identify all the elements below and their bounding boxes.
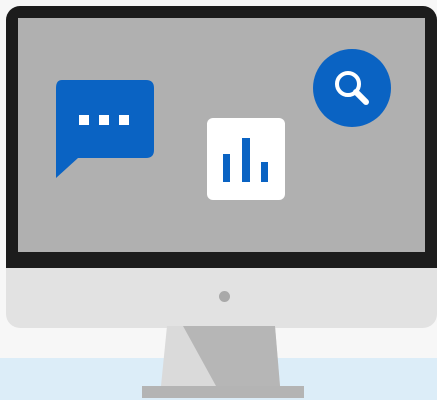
magnifier-icon [313,49,391,127]
power-indicator-dot [219,291,230,302]
monitor-stand [142,326,304,398]
search-circle-background [313,49,391,127]
chat-bubble-shape [56,80,154,178]
chat-dot-1 [79,115,89,125]
illustration-canvas [0,0,437,400]
bar-chart-icon [207,118,285,200]
chat-dot-2 [99,115,109,125]
stand-base [142,386,304,398]
chat-bubble-ellipsis-icon [56,80,154,178]
chat-dot-3 [119,115,129,125]
bar-chart-icon-graphic [207,118,285,200]
chart-bar-1 [223,154,230,182]
chart-bar-3 [261,162,268,182]
chart-bar-2 [242,138,250,182]
magnifier-icon-graphic [313,49,391,127]
